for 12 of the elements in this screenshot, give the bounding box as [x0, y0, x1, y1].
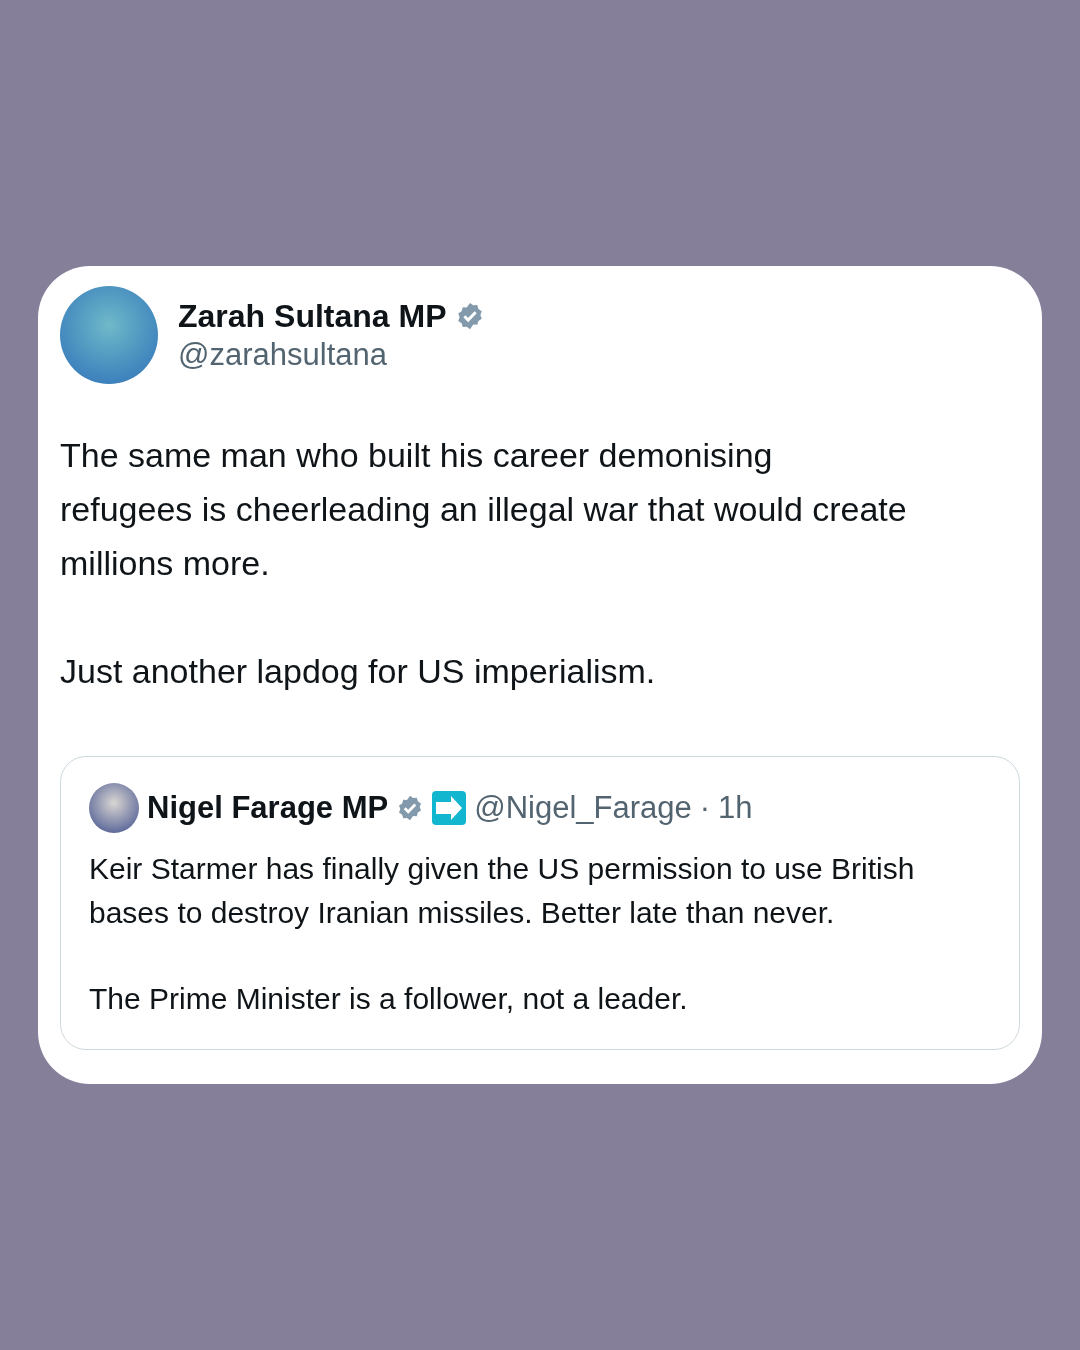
- post-text: Just another lapdog for US imperialism.: [60, 651, 657, 692]
- author-name[interactable]: Nigel Farage MP: [147, 790, 389, 826]
- quoted-text: Keir Starmer has finally given the US permission to use British bases to destroy Iranian missiles. Better late than never.: [89, 851, 916, 931]
- author-name[interactable]: Zarah Sultana MP: [178, 297, 447, 335]
- post-time: 1h: [718, 790, 753, 826]
- post-text: The same man who built his career demonising refugees is cheerleading an illegal war that would create millions more.: [60, 435, 908, 584]
- quoted-post[interactable]: [60, 756, 1020, 1050]
- avatar[interactable]: [89, 783, 139, 833]
- author-handle[interactable]: @Nigel_Farage: [474, 790, 692, 826]
- quoted-text: The Prime Minister is a follower, not a leader.: [89, 981, 689, 1017]
- separator: ·: [699, 790, 711, 826]
- author-handle[interactable]: @zarahsultana: [178, 336, 485, 373]
